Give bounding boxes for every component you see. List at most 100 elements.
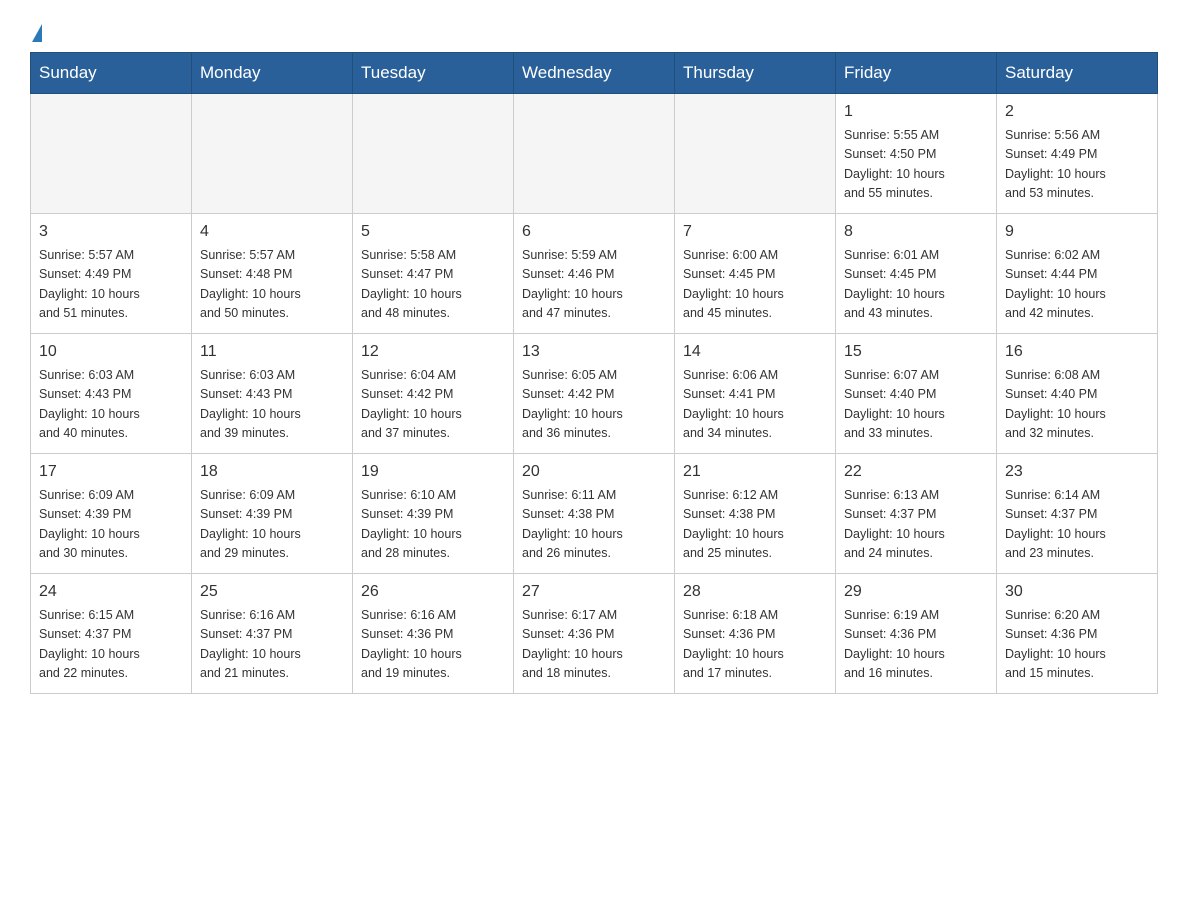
calendar: SundayMondayTuesdayWednesdayThursdayFrid… <box>30 52 1158 694</box>
day-number: 8 <box>844 220 988 244</box>
calendar-cell: 19Sunrise: 6:10 AM Sunset: 4:39 PM Dayli… <box>353 454 514 574</box>
day-info: Sunrise: 6:02 AM Sunset: 4:44 PM Dayligh… <box>1005 246 1149 324</box>
day-number: 5 <box>361 220 505 244</box>
calendar-cell: 14Sunrise: 6:06 AM Sunset: 4:41 PM Dayli… <box>675 334 836 454</box>
calendar-cell: 16Sunrise: 6:08 AM Sunset: 4:40 PM Dayli… <box>997 334 1158 454</box>
calendar-cell: 3Sunrise: 5:57 AM Sunset: 4:49 PM Daylig… <box>31 214 192 334</box>
calendar-cell: 25Sunrise: 6:16 AM Sunset: 4:37 PM Dayli… <box>192 574 353 694</box>
day-number: 23 <box>1005 460 1149 484</box>
day-info: Sunrise: 6:18 AM Sunset: 4:36 PM Dayligh… <box>683 606 827 684</box>
calendar-cell <box>353 94 514 214</box>
calendar-cell: 13Sunrise: 6:05 AM Sunset: 4:42 PM Dayli… <box>514 334 675 454</box>
calendar-cell: 17Sunrise: 6:09 AM Sunset: 4:39 PM Dayli… <box>31 454 192 574</box>
day-info: Sunrise: 6:06 AM Sunset: 4:41 PM Dayligh… <box>683 366 827 444</box>
day-info: Sunrise: 6:15 AM Sunset: 4:37 PM Dayligh… <box>39 606 183 684</box>
day-number: 4 <box>200 220 344 244</box>
calendar-cell: 12Sunrise: 6:04 AM Sunset: 4:42 PM Dayli… <box>353 334 514 454</box>
day-info: Sunrise: 6:16 AM Sunset: 4:36 PM Dayligh… <box>361 606 505 684</box>
weekday-header-friday: Friday <box>836 53 997 94</box>
day-number: 20 <box>522 460 666 484</box>
day-number: 26 <box>361 580 505 604</box>
day-info: Sunrise: 5:57 AM Sunset: 4:49 PM Dayligh… <box>39 246 183 324</box>
weekday-header-wednesday: Wednesday <box>514 53 675 94</box>
calendar-cell: 27Sunrise: 6:17 AM Sunset: 4:36 PM Dayli… <box>514 574 675 694</box>
calendar-cell: 26Sunrise: 6:16 AM Sunset: 4:36 PM Dayli… <box>353 574 514 694</box>
week-row-2: 3Sunrise: 5:57 AM Sunset: 4:49 PM Daylig… <box>31 214 1158 334</box>
day-info: Sunrise: 6:17 AM Sunset: 4:36 PM Dayligh… <box>522 606 666 684</box>
calendar-cell: 1Sunrise: 5:55 AM Sunset: 4:50 PM Daylig… <box>836 94 997 214</box>
weekday-header-monday: Monday <box>192 53 353 94</box>
day-number: 1 <box>844 100 988 124</box>
day-info: Sunrise: 6:16 AM Sunset: 4:37 PM Dayligh… <box>200 606 344 684</box>
calendar-cell: 2Sunrise: 5:56 AM Sunset: 4:49 PM Daylig… <box>997 94 1158 214</box>
day-info: Sunrise: 6:03 AM Sunset: 4:43 PM Dayligh… <box>200 366 344 444</box>
calendar-cell: 10Sunrise: 6:03 AM Sunset: 4:43 PM Dayli… <box>31 334 192 454</box>
day-info: Sunrise: 6:14 AM Sunset: 4:37 PM Dayligh… <box>1005 486 1149 564</box>
day-number: 27 <box>522 580 666 604</box>
day-number: 30 <box>1005 580 1149 604</box>
calendar-cell: 7Sunrise: 6:00 AM Sunset: 4:45 PM Daylig… <box>675 214 836 334</box>
calendar-cell: 24Sunrise: 6:15 AM Sunset: 4:37 PM Dayli… <box>31 574 192 694</box>
calendar-cell: 28Sunrise: 6:18 AM Sunset: 4:36 PM Dayli… <box>675 574 836 694</box>
day-info: Sunrise: 6:07 AM Sunset: 4:40 PM Dayligh… <box>844 366 988 444</box>
calendar-cell: 29Sunrise: 6:19 AM Sunset: 4:36 PM Dayli… <box>836 574 997 694</box>
day-info: Sunrise: 5:56 AM Sunset: 4:49 PM Dayligh… <box>1005 126 1149 204</box>
day-number: 11 <box>200 340 344 364</box>
day-info: Sunrise: 6:01 AM Sunset: 4:45 PM Dayligh… <box>844 246 988 324</box>
day-info: Sunrise: 6:09 AM Sunset: 4:39 PM Dayligh… <box>200 486 344 564</box>
day-info: Sunrise: 5:57 AM Sunset: 4:48 PM Dayligh… <box>200 246 344 324</box>
calendar-cell: 5Sunrise: 5:58 AM Sunset: 4:47 PM Daylig… <box>353 214 514 334</box>
week-row-3: 10Sunrise: 6:03 AM Sunset: 4:43 PM Dayli… <box>31 334 1158 454</box>
day-number: 25 <box>200 580 344 604</box>
day-info: Sunrise: 5:58 AM Sunset: 4:47 PM Dayligh… <box>361 246 505 324</box>
calendar-cell <box>31 94 192 214</box>
calendar-cell: 23Sunrise: 6:14 AM Sunset: 4:37 PM Dayli… <box>997 454 1158 574</box>
day-info: Sunrise: 5:55 AM Sunset: 4:50 PM Dayligh… <box>844 126 988 204</box>
day-info: Sunrise: 6:12 AM Sunset: 4:38 PM Dayligh… <box>683 486 827 564</box>
day-number: 3 <box>39 220 183 244</box>
calendar-cell: 20Sunrise: 6:11 AM Sunset: 4:38 PM Dayli… <box>514 454 675 574</box>
day-number: 18 <box>200 460 344 484</box>
day-number: 6 <box>522 220 666 244</box>
calendar-cell: 4Sunrise: 5:57 AM Sunset: 4:48 PM Daylig… <box>192 214 353 334</box>
day-number: 22 <box>844 460 988 484</box>
day-number: 7 <box>683 220 827 244</box>
day-info: Sunrise: 6:08 AM Sunset: 4:40 PM Dayligh… <box>1005 366 1149 444</box>
day-info: Sunrise: 6:10 AM Sunset: 4:39 PM Dayligh… <box>361 486 505 564</box>
day-number: 21 <box>683 460 827 484</box>
day-number: 14 <box>683 340 827 364</box>
day-number: 2 <box>1005 100 1149 124</box>
day-number: 13 <box>522 340 666 364</box>
page: SundayMondayTuesdayWednesdayThursdayFrid… <box>0 0 1188 714</box>
day-number: 28 <box>683 580 827 604</box>
calendar-cell: 21Sunrise: 6:12 AM Sunset: 4:38 PM Dayli… <box>675 454 836 574</box>
day-number: 12 <box>361 340 505 364</box>
calendar-cell <box>192 94 353 214</box>
week-row-1: 1Sunrise: 5:55 AM Sunset: 4:50 PM Daylig… <box>31 94 1158 214</box>
day-number: 19 <box>361 460 505 484</box>
calendar-cell: 6Sunrise: 5:59 AM Sunset: 4:46 PM Daylig… <box>514 214 675 334</box>
day-number: 15 <box>844 340 988 364</box>
calendar-cell: 11Sunrise: 6:03 AM Sunset: 4:43 PM Dayli… <box>192 334 353 454</box>
week-row-5: 24Sunrise: 6:15 AM Sunset: 4:37 PM Dayli… <box>31 574 1158 694</box>
day-info: Sunrise: 6:13 AM Sunset: 4:37 PM Dayligh… <box>844 486 988 564</box>
day-info: Sunrise: 6:05 AM Sunset: 4:42 PM Dayligh… <box>522 366 666 444</box>
day-number: 9 <box>1005 220 1149 244</box>
day-info: Sunrise: 6:03 AM Sunset: 4:43 PM Dayligh… <box>39 366 183 444</box>
day-number: 29 <box>844 580 988 604</box>
weekday-header-saturday: Saturday <box>997 53 1158 94</box>
day-number: 24 <box>39 580 183 604</box>
calendar-cell: 18Sunrise: 6:09 AM Sunset: 4:39 PM Dayli… <box>192 454 353 574</box>
day-number: 16 <box>1005 340 1149 364</box>
calendar-cell: 30Sunrise: 6:20 AM Sunset: 4:36 PM Dayli… <box>997 574 1158 694</box>
calendar-cell: 9Sunrise: 6:02 AM Sunset: 4:44 PM Daylig… <box>997 214 1158 334</box>
day-info: Sunrise: 5:59 AM Sunset: 4:46 PM Dayligh… <box>522 246 666 324</box>
calendar-cell <box>514 94 675 214</box>
weekday-header-sunday: Sunday <box>31 53 192 94</box>
day-info: Sunrise: 6:00 AM Sunset: 4:45 PM Dayligh… <box>683 246 827 324</box>
day-info: Sunrise: 6:20 AM Sunset: 4:36 PM Dayligh… <box>1005 606 1149 684</box>
calendar-cell: 15Sunrise: 6:07 AM Sunset: 4:40 PM Dayli… <box>836 334 997 454</box>
weekday-header-thursday: Thursday <box>675 53 836 94</box>
calendar-cell: 8Sunrise: 6:01 AM Sunset: 4:45 PM Daylig… <box>836 214 997 334</box>
calendar-cell <box>675 94 836 214</box>
